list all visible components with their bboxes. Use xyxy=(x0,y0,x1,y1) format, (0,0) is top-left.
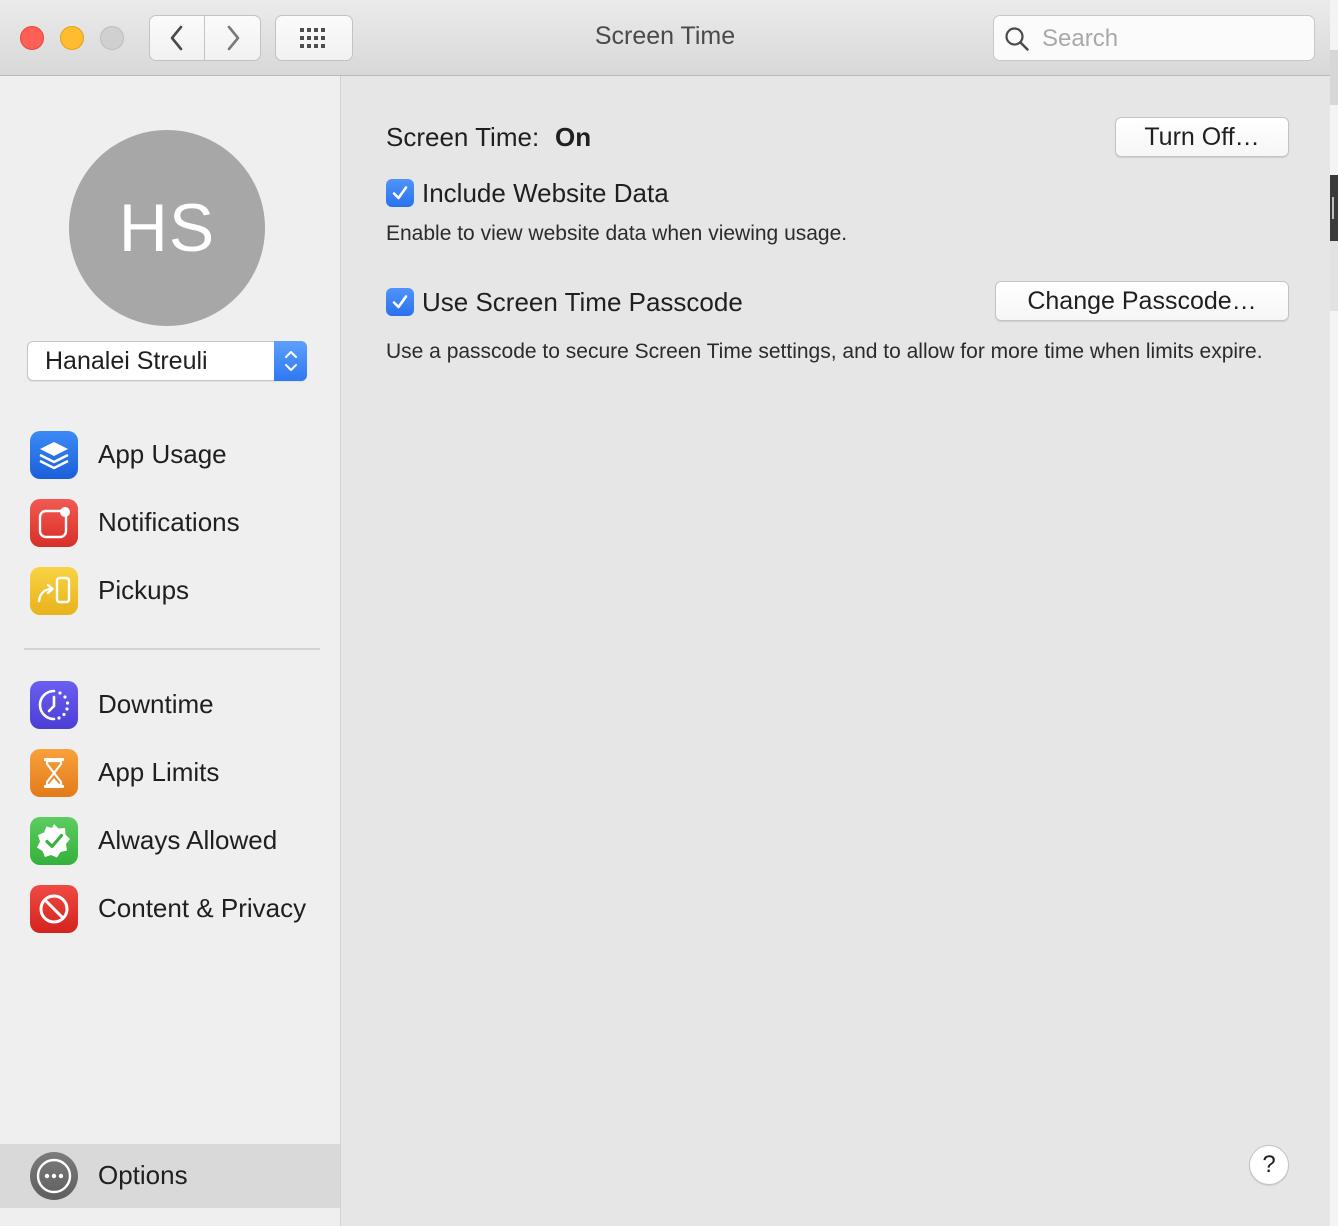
search-field[interactable] xyxy=(993,15,1315,61)
hourglass-icon xyxy=(30,749,78,797)
screen-time-status-value: On xyxy=(555,122,592,152)
search-icon xyxy=(1005,27,1029,51)
sidebar-item-downtime[interactable]: Downtime xyxy=(30,681,330,729)
main-pane: Screen Time: On Turn Off… Include Websit… xyxy=(341,76,1330,1226)
ellipsis-circle-icon xyxy=(30,1152,78,1200)
sidebar-item-label: Downtime xyxy=(98,689,214,719)
sidebar-item-options[interactable]: Options xyxy=(0,1144,340,1208)
title-bar: Screen Time xyxy=(0,0,1330,76)
chevron-updown-icon xyxy=(274,341,307,381)
sidebar-item-always-allowed[interactable]: Always Allowed xyxy=(30,817,330,865)
use-passcode-description: Use a passcode to secure Screen Time set… xyxy=(386,340,1263,363)
sidebar-item-label: Pickups xyxy=(98,575,190,605)
include-website-data-description: Enable to view website data when viewing… xyxy=(386,222,848,245)
include-website-data-checkbox[interactable] xyxy=(386,179,414,207)
sidebar-item-label: App Limits xyxy=(98,757,220,787)
checkmark-icon xyxy=(392,186,408,200)
use-passcode-checkbox[interactable] xyxy=(386,288,414,316)
pickups-phone-arrow-icon xyxy=(30,567,78,615)
desktop-edge xyxy=(1330,0,1338,1226)
app-usage-layers-icon xyxy=(30,431,78,479)
sidebar-item-notifications[interactable]: Notifications xyxy=(30,499,330,547)
user-select[interactable]: Hanalei Streuli xyxy=(27,341,307,381)
sidebar-item-pickups[interactable]: Pickups xyxy=(30,567,330,615)
checkmark-icon xyxy=(392,295,408,309)
sidebar: HS Hanalei Streuli App Usage Notificatio… xyxy=(0,76,341,1226)
help-button[interactable]: ? xyxy=(1249,1145,1289,1185)
change-passcode-button[interactable]: Change Passcode… xyxy=(995,281,1289,321)
include-website-data-label[interactable]: Include Website Data xyxy=(422,178,669,209)
sidebar-item-label: Options xyxy=(98,1160,188,1190)
sidebar-item-label: Content & Privacy xyxy=(98,893,307,923)
sidebar-item-content-privacy[interactable]: Content & Privacy xyxy=(30,885,330,933)
checkmark-badge-icon xyxy=(30,817,78,865)
sidebar-item-label: App Usage xyxy=(98,439,227,469)
search-input[interactable] xyxy=(1040,22,1304,56)
no-entry-icon xyxy=(30,885,78,933)
sidebar-item-app-usage[interactable]: App Usage xyxy=(30,431,330,479)
sidebar-item-label: Notifications xyxy=(98,507,240,537)
screen-time-status-label: Screen Time: xyxy=(386,122,540,152)
avatar: HS xyxy=(69,130,265,326)
use-passcode-label[interactable]: Use Screen Time Passcode xyxy=(422,287,743,318)
turn-off-button[interactable]: Turn Off… xyxy=(1115,117,1289,157)
sidebar-divider xyxy=(24,648,320,650)
downtime-clock-icon xyxy=(30,681,78,729)
sidebar-item-app-limits[interactable]: App Limits xyxy=(30,749,330,797)
user-select-value: Hanalei Streuli xyxy=(45,347,208,375)
preferences-window: Screen Time HS Hanalei Streuli xyxy=(0,0,1330,1226)
sidebar-item-label: Always Allowed xyxy=(98,825,278,855)
notifications-badge-icon xyxy=(30,499,78,547)
